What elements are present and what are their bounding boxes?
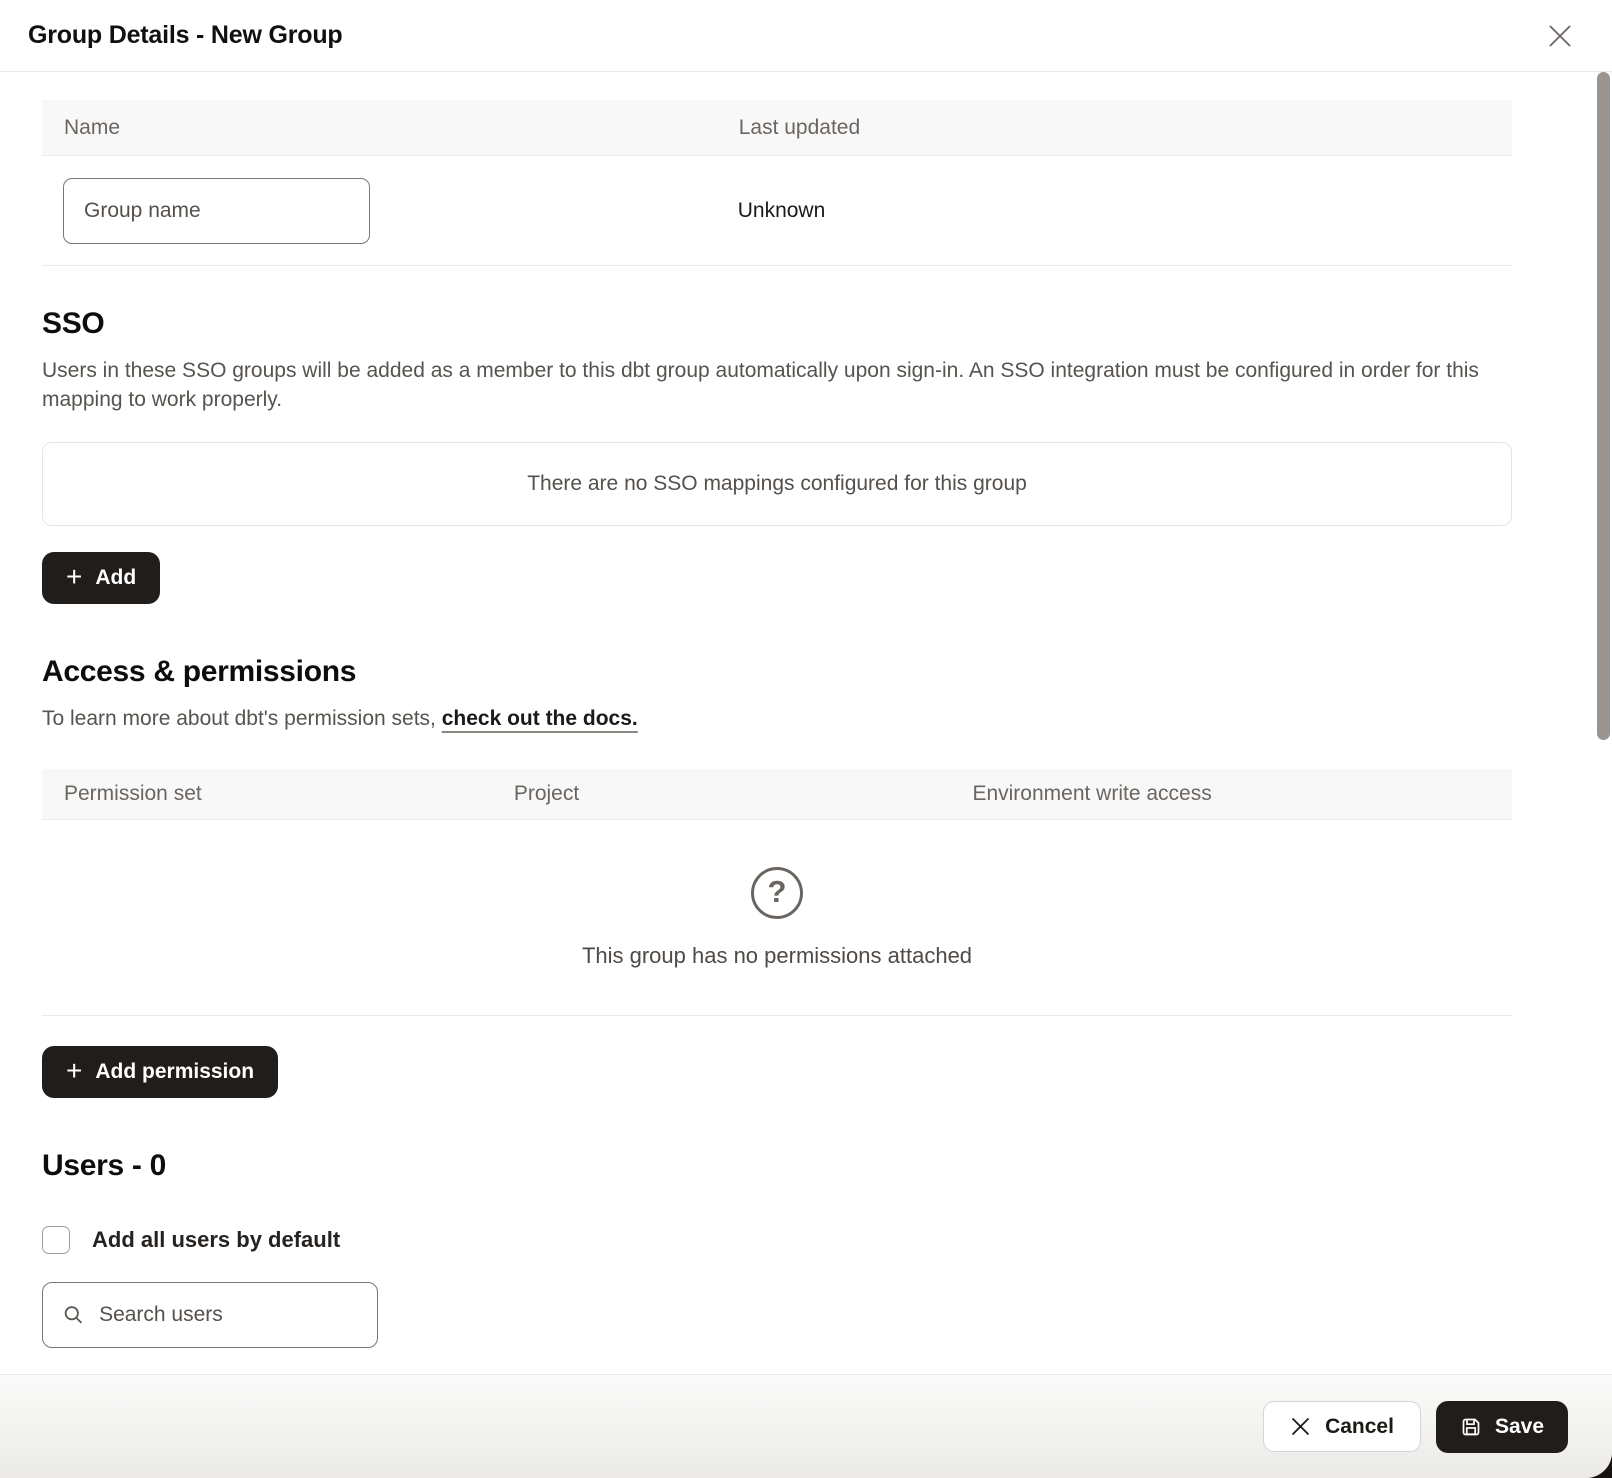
scrollbar-thumb[interactable] [1597,72,1610,740]
column-header-project: Project [492,782,951,806]
add-all-users-checkbox[interactable] [42,1226,70,1254]
modal-footer: Cancel Save [0,1374,1612,1478]
save-button-label: Save [1495,1415,1544,1439]
plus-icon: + [66,1057,82,1085]
last-updated-value: Unknown [717,199,1512,223]
search-users-box [42,1282,378,1348]
permissions-table-header: Permission set Project Environment write… [42,769,1512,820]
docs-link[interactable]: check out the docs. [442,707,638,730]
close-button[interactable] [1542,18,1578,54]
column-header-environment-write-access: Environment write access [950,782,1512,806]
name-section: Name Last updated Unknown [42,100,1512,266]
permissions-section: Access & permissions To learn more about… [42,650,1512,1098]
permissions-empty-state: ? This group has no permissions attached [42,820,1512,1016]
cancel-button-label: Cancel [1325,1415,1394,1439]
search-icon [63,1303,84,1327]
users-section: Users - 0 Add all users by default [42,1144,1512,1348]
users-heading: Users - 0 [42,1144,1512,1188]
permissions-empty-message: This group has no permissions attached [582,943,972,969]
permissions-description: To learn more about dbt's permission set… [42,704,1508,733]
add-sso-mapping-button-label: Add [95,566,136,590]
modal-content: Name Last updated Unknown SSO Users in t… [0,100,1612,1348]
group-details-modal: Group Details - New Group Name Last upda… [0,0,1612,1478]
column-header-last-updated: Last updated [717,116,1512,140]
cancel-x-icon [1290,1416,1311,1437]
add-permission-button-label: Add permission [95,1060,254,1084]
sso-empty-state: There are no SSO mappings configured for… [42,442,1512,526]
add-sso-mapping-button[interactable]: + Add [42,552,160,604]
question-mark-icon: ? [751,867,803,919]
sso-section: SSO Users in these SSO groups will be ad… [42,302,1512,604]
close-icon [1547,23,1573,49]
search-users-input[interactable] [99,1303,357,1327]
permissions-heading: Access & permissions [42,650,1512,694]
save-icon [1460,1416,1482,1438]
column-header-name: Name [42,116,717,140]
sso-description: Users in these SSO groups will be added … [42,356,1508,414]
add-all-users-label: Add all users by default [92,1227,340,1253]
plus-icon: + [66,563,82,591]
modal-header: Group Details - New Group [0,0,1612,72]
name-table-row: Unknown [42,156,1512,266]
sso-heading: SSO [42,302,1512,346]
sso-empty-message: There are no SSO mappings configured for… [527,472,1027,496]
column-header-permission-set: Permission set [42,782,492,806]
add-all-users-row: Add all users by default [42,1226,340,1254]
permissions-description-text: To learn more about dbt's permission set… [42,707,442,730]
add-permission-button[interactable]: + Add permission [42,1046,278,1098]
cancel-button[interactable]: Cancel [1263,1401,1421,1452]
save-button[interactable]: Save [1436,1401,1568,1453]
name-table-header: Name Last updated [42,100,1512,156]
modal-title: Group Details - New Group [28,21,342,50]
group-name-input[interactable] [63,178,370,244]
